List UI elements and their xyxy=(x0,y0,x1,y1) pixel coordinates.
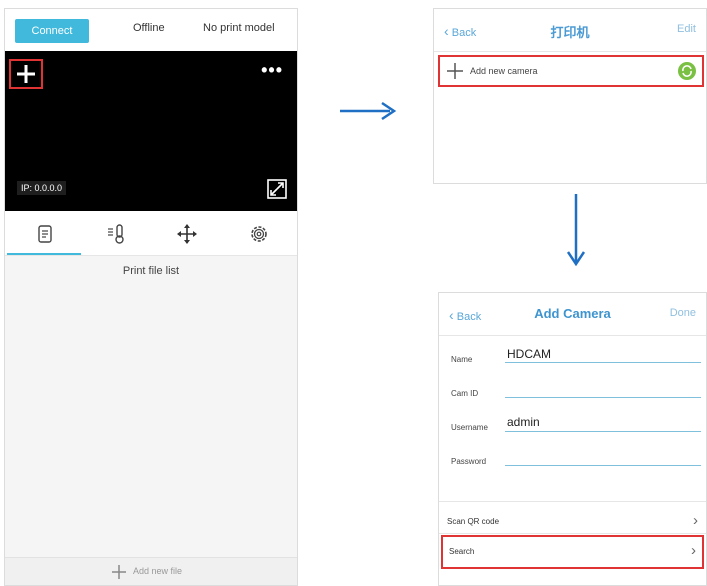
add-new-camera-row[interactable]: Add new camera xyxy=(438,55,704,87)
edit-button[interactable]: Edit xyxy=(677,23,696,35)
plus-icon xyxy=(112,565,126,579)
plus-icon xyxy=(447,63,463,79)
search-label: Search xyxy=(449,547,475,556)
scan-qr-code-label: Scan QR code xyxy=(447,517,500,526)
add-file-label: Add new file xyxy=(133,566,183,576)
down-arrow-icon xyxy=(566,194,586,267)
more-options-icon[interactable]: ••• xyxy=(261,61,283,79)
tab-bar xyxy=(5,211,297,256)
chevron-right-icon: › xyxy=(693,512,698,529)
divider xyxy=(439,501,706,502)
print-file-list-title: Print file list xyxy=(122,265,180,277)
print-model-label: No print model xyxy=(203,22,275,34)
plus-icon xyxy=(17,65,35,83)
cam-id-underline xyxy=(505,397,701,398)
fullscreen-icon[interactable] xyxy=(267,179,287,199)
name-field[interactable]: HDCAM xyxy=(507,347,551,361)
connect-button[interactable]: Connect xyxy=(15,19,89,43)
page-title: Add Camera xyxy=(534,306,611,321)
printer-camera-panel: ‹ Back 打印机 Edit Add new camera xyxy=(433,8,707,184)
username-label: Username xyxy=(451,423,488,432)
add-file-button[interactable]: Add new file xyxy=(5,557,297,585)
name-underline xyxy=(505,362,701,363)
add-new-camera-label: Add new camera xyxy=(470,66,538,76)
connection-status: Offline xyxy=(133,22,165,34)
add-camera-panel: ‹ Back Add Camera Done Name HDCAM Cam ID… xyxy=(438,292,707,586)
name-label: Name xyxy=(451,355,473,364)
chevron-right-icon: › xyxy=(691,542,696,559)
file-icon[interactable] xyxy=(33,223,57,245)
username-field[interactable]: admin xyxy=(507,415,540,429)
done-button[interactable]: Done xyxy=(670,307,696,319)
divider xyxy=(439,533,706,534)
gear-icon[interactable] xyxy=(247,223,271,245)
password-label: Password xyxy=(451,457,487,466)
camera-view: ••• IP: 0.0.0.0 xyxy=(5,51,297,211)
active-tab-indicator xyxy=(7,253,81,255)
move-arrows-icon[interactable] xyxy=(175,223,199,245)
printer-app-screen: Connect Offline No print model ••• IP: 0… xyxy=(4,8,298,586)
add-camera-button[interactable] xyxy=(9,59,43,89)
nav-bar: ‹ Back Add Camera Done xyxy=(439,293,706,336)
password-underline xyxy=(505,465,701,466)
refresh-icon[interactable] xyxy=(678,62,696,80)
cam-id-label: Cam ID xyxy=(451,389,479,398)
top-bar: Connect Offline No print model xyxy=(5,9,297,51)
right-arrow-icon xyxy=(340,101,397,121)
search-row[interactable]: Search › xyxy=(441,535,704,569)
thermometer-icon[interactable] xyxy=(105,223,129,245)
username-underline xyxy=(505,431,701,432)
ip-address-label: IP: 0.0.0.0 xyxy=(17,181,67,195)
page-title: 打印机 xyxy=(550,25,590,40)
nav-bar: ‹ Back 打印机 Edit xyxy=(434,9,706,52)
